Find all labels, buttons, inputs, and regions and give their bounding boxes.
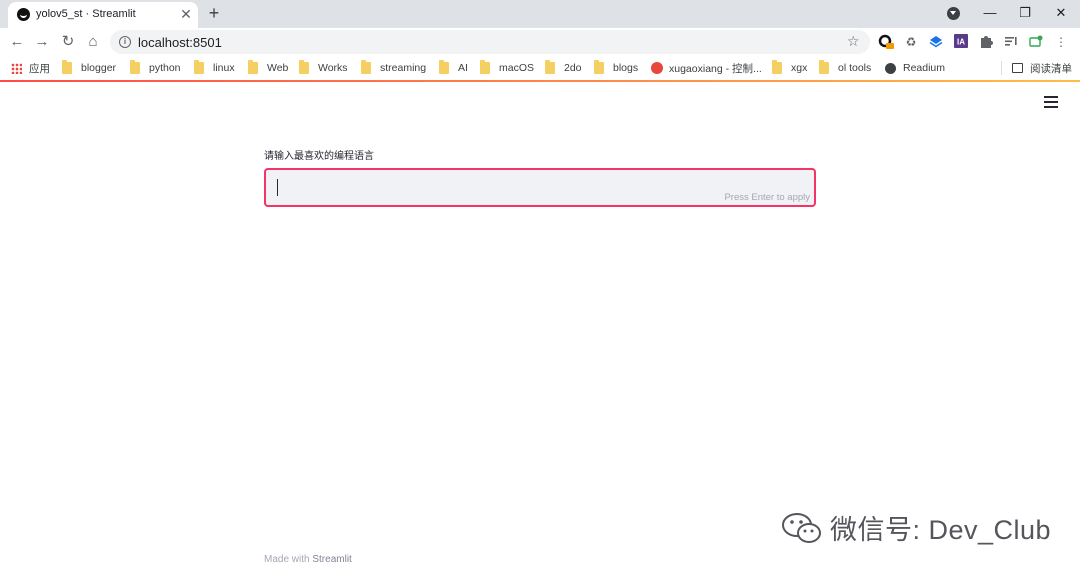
folder-icon xyxy=(819,60,829,74)
bookmark-macos[interactable]: macOS xyxy=(480,60,534,76)
new-tab-button[interactable]: + xyxy=(205,4,223,22)
folder-icon xyxy=(545,60,555,74)
bookmark-streaming[interactable]: streaming xyxy=(361,60,426,76)
bookmark-2do[interactable]: 2do xyxy=(545,60,582,76)
bookmark-python[interactable]: python xyxy=(130,60,181,76)
bookmark-web[interactable]: Web xyxy=(248,60,288,76)
hamburger-menu-icon[interactable] xyxy=(1044,96,1058,110)
footer-prefix: Made with xyxy=(264,554,313,565)
input-label: 请输入最喜欢的编程语言 xyxy=(264,151,374,162)
url-text: localhost:8501 xyxy=(138,35,222,50)
tab-title: yolov5_st · Streamlit xyxy=(36,8,136,20)
bookmark-ai[interactable]: AI xyxy=(439,60,468,76)
window-close-button[interactable]: ✕ xyxy=(1049,3,1073,23)
home-icon[interactable]: ⌂ xyxy=(84,33,102,51)
bookmark-ol-tools[interactable]: ol tools xyxy=(819,60,871,76)
settings-gear-icon xyxy=(651,62,663,74)
footer: Made with Streamlit xyxy=(264,554,352,565)
bookmarks-divider xyxy=(1001,61,1002,75)
site-info-icon[interactable]: i xyxy=(119,36,131,48)
reading-mode-icon[interactable] xyxy=(1003,34,1019,50)
layers-icon[interactable] xyxy=(928,34,944,50)
bookmark-works[interactable]: Works xyxy=(299,60,348,76)
globe-icon xyxy=(885,62,896,74)
wechat-icon xyxy=(780,511,824,545)
folder-icon xyxy=(130,60,140,74)
streamlit-decoration-bar xyxy=(0,80,1080,82)
wechat-watermark: 微信号: Dev_Club xyxy=(780,508,1051,547)
forward-arrow-icon[interactable]: → xyxy=(33,33,51,51)
browser-menu-icon[interactable]: ⋮ xyxy=(1053,34,1069,50)
folder-icon xyxy=(62,60,72,74)
browser-toolbar: ← → ↻ ⌂ i localhost:8501 ☆ ♻ IA ⋮ xyxy=(0,28,1080,56)
streamlit-link[interactable]: Streamlit xyxy=(312,554,351,565)
folder-icon xyxy=(248,60,258,74)
window-minimize-button[interactable]: — xyxy=(978,3,1002,23)
bookmark-xugaoxiang[interactable]: xugaoxiang - 控制... xyxy=(651,60,762,76)
bookmark-apps[interactable]: 应用 xyxy=(11,60,50,76)
folder-icon xyxy=(594,60,604,74)
bookmark-blogger[interactable]: blogger xyxy=(62,60,116,76)
press-enter-hint: Press Enter to apply xyxy=(724,192,810,203)
tab-strip: yolov5_st · Streamlit ✕ + — ❐ ✕ xyxy=(0,0,1080,28)
language-text-input[interactable]: Press Enter to apply xyxy=(264,168,816,207)
bookmark-blogs[interactable]: blogs xyxy=(594,60,638,76)
apps-grid-icon xyxy=(11,62,22,74)
reload-icon[interactable]: ↻ xyxy=(59,33,77,51)
browser-tab[interactable]: yolov5_st · Streamlit ✕ xyxy=(8,2,198,28)
bookmark-linux[interactable]: linux xyxy=(194,60,235,76)
bookmarks-bar: 应用 blogger python linux Web Works stream… xyxy=(0,56,1080,80)
reading-list-button[interactable]: 阅读清单 xyxy=(1012,60,1072,76)
watermark-text: 微信号: Dev_Club xyxy=(830,515,1052,545)
reading-list-icon xyxy=(1012,63,1023,73)
translate-extension-icon[interactable] xyxy=(1028,34,1044,50)
svg-text:IA: IA xyxy=(957,38,965,47)
bookmark-star-icon[interactable]: ☆ xyxy=(847,33,860,50)
text-caret xyxy=(277,179,278,196)
folder-icon xyxy=(361,60,371,74)
extension-avatar-icon[interactable] xyxy=(878,34,894,50)
window-restore-button[interactable]: ❐ xyxy=(1013,3,1037,23)
folder-icon xyxy=(480,60,490,74)
folder-icon xyxy=(194,60,204,74)
ia-extension-icon[interactable]: IA xyxy=(953,34,969,50)
folder-icon xyxy=(439,60,449,74)
tab-search-icon[interactable] xyxy=(947,7,960,20)
bookmark-readium[interactable]: Readium xyxy=(885,60,945,76)
back-arrow-icon[interactable]: ← xyxy=(8,33,26,51)
bookmark-xgx[interactable]: xgx xyxy=(772,60,807,76)
extensions-puzzle-icon[interactable] xyxy=(978,34,994,50)
tab-close-icon[interactable]: ✕ xyxy=(178,6,194,22)
folder-icon xyxy=(299,60,309,74)
recycle-icon[interactable]: ♻ xyxy=(903,34,919,50)
address-bar[interactable]: i localhost:8501 ☆ xyxy=(110,30,870,54)
streamlit-favicon-icon xyxy=(17,8,30,21)
folder-icon xyxy=(772,60,782,74)
